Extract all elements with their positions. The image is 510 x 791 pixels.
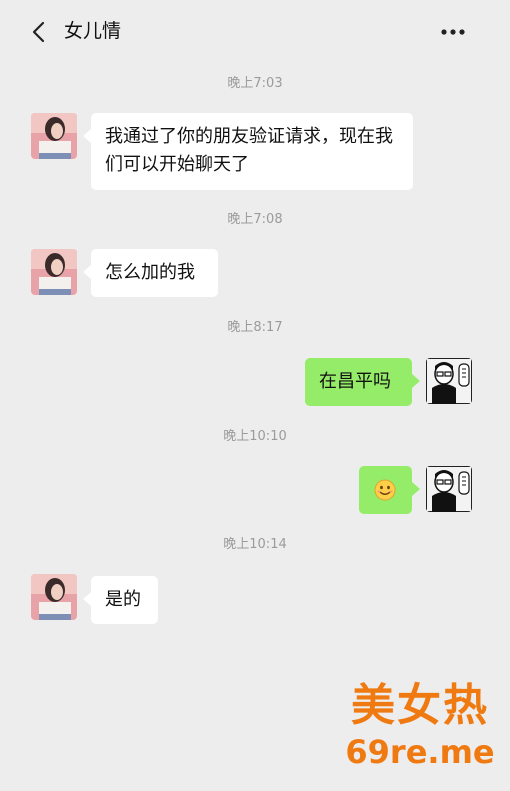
chevron-left-icon[interactable] (28, 20, 50, 44)
watermark: 美女热 69re.me (330, 680, 510, 780)
smile-emoji-icon (374, 479, 396, 501)
message-bubble-left[interactable]: 我通过了你的朋友验证请求，现在我们可以开始聊天了 (83, 113, 413, 190)
chat-header: 女儿情 (0, 0, 510, 62)
my-avatar[interactable] (426, 358, 472, 404)
more-dots-icon[interactable] (438, 22, 468, 42)
message-timestamp: 晚上10:14 (223, 537, 287, 552)
message-bubble-left[interactable]: 是的 (83, 576, 158, 624)
watermark-line2: 69re.me (345, 733, 495, 771)
contact-avatar[interactable] (31, 113, 77, 159)
message-bubble-left[interactable]: 怎么加的我 (83, 249, 218, 297)
message-bubble-right[interactable]: 在昌平吗 (305, 358, 420, 406)
message-timestamp: 晚上7:08 (227, 212, 283, 227)
contact-avatar[interactable] (31, 249, 77, 295)
watermark-line1: 美女热 (351, 680, 489, 731)
message-timestamp: 晚上7:03 (227, 76, 283, 91)
contact-avatar[interactable] (31, 574, 77, 620)
message-bubble-right[interactable] (359, 466, 420, 514)
my-avatar[interactable] (426, 466, 472, 512)
message-timestamp: 晚上10:10 (223, 429, 287, 444)
message-timestamp: 晚上8:17 (227, 320, 283, 335)
chat-title: 女儿情 (64, 20, 122, 42)
